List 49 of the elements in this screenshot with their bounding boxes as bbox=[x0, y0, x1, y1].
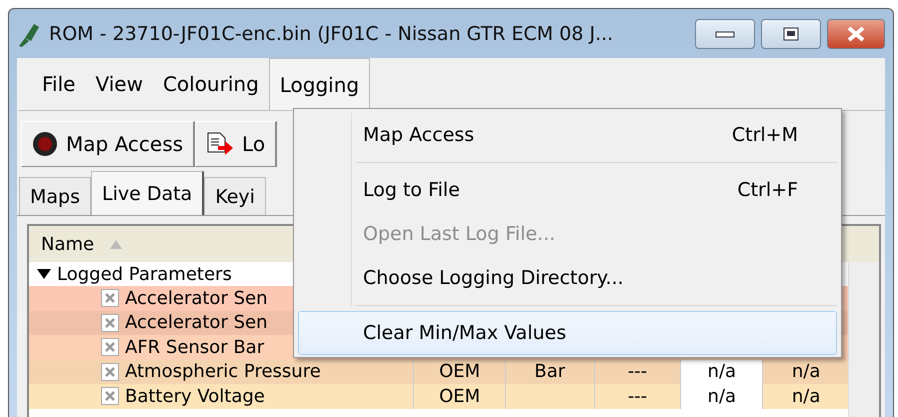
document-arrow-icon bbox=[206, 132, 234, 156]
parameter-name: Atmospheric Pressure bbox=[125, 361, 321, 382]
shortcut-label: Ctrl+M bbox=[732, 124, 798, 146]
close-icon bbox=[846, 26, 866, 42]
menu-option[interactable]: Map Access Ctrl+M bbox=[298, 113, 837, 157]
table-cell: n/a bbox=[680, 384, 762, 408]
sort-arrow-icon bbox=[110, 240, 122, 248]
minimize-icon bbox=[715, 30, 735, 38]
parameter-name: Accelerator Sen bbox=[125, 312, 268, 334]
record-icon bbox=[32, 131, 58, 157]
checkbox[interactable] bbox=[101, 362, 119, 381]
window-title: ROM - 23710-JF01C-enc.bin (JF01C - Nissan GTR ECM 08 J... bbox=[49, 22, 614, 44]
cross-icon bbox=[104, 316, 116, 329]
checkbox[interactable] bbox=[101, 289, 119, 308]
group-label: Logged Parameters bbox=[57, 264, 232, 284]
menu-item[interactable]: File bbox=[32, 58, 86, 110]
shortcut-label: Ctrl+F bbox=[737, 179, 798, 201]
checkbox[interactable] bbox=[101, 314, 119, 332]
cross-icon bbox=[104, 366, 116, 378]
menu-option[interactable]: Log to File Ctrl+F bbox=[298, 168, 837, 212]
vertical-scrollbar[interactable] bbox=[848, 262, 879, 417]
cross-icon bbox=[104, 292, 116, 304]
table-row[interactable]: Battery Voltage OEM --- n/a n/a bbox=[29, 384, 849, 408]
table-cell: OEM bbox=[413, 384, 505, 408]
menu-item[interactable]: View bbox=[85, 58, 153, 110]
toolbar-button[interactable]: Map Access bbox=[21, 121, 196, 167]
close-button[interactable] bbox=[827, 18, 885, 48]
menu-item[interactable]: Colouring bbox=[152, 58, 269, 110]
checkbox[interactable] bbox=[101, 338, 119, 356]
maximize-icon bbox=[783, 26, 799, 40]
maximize-button[interactable] bbox=[761, 18, 821, 48]
checkbox[interactable] bbox=[101, 387, 119, 406]
parameter-name: AFR Sensor Bar bbox=[125, 336, 264, 358]
parameter-name: Battery Voltage bbox=[125, 386, 265, 407]
table-row[interactable]: Atmospheric Pressure OEM Bar --- n/a n/a bbox=[29, 360, 849, 384]
column-header[interactable]: Name bbox=[41, 234, 94, 254]
tab[interactable]: Keyi bbox=[204, 177, 266, 215]
toolbar-button[interactable]: Lo bbox=[195, 121, 278, 167]
minimize-button[interactable] bbox=[695, 18, 755, 48]
menu-option[interactable]: Choose Logging Directory... bbox=[298, 256, 837, 300]
parameter-name: Accelerator Sen bbox=[125, 288, 268, 309]
cross-icon bbox=[104, 341, 116, 354]
tab[interactable]: Maps bbox=[19, 177, 91, 215]
cross-icon bbox=[104, 390, 116, 402]
triangle-down-icon[interactable] bbox=[37, 268, 51, 280]
tab[interactable]: Live Data bbox=[91, 171, 204, 215]
menu-item[interactable]: Logging bbox=[268, 58, 370, 110]
menu-option[interactable]: Clear Min/Max Values bbox=[298, 311, 837, 355]
table-cell: n/a bbox=[680, 360, 762, 384]
